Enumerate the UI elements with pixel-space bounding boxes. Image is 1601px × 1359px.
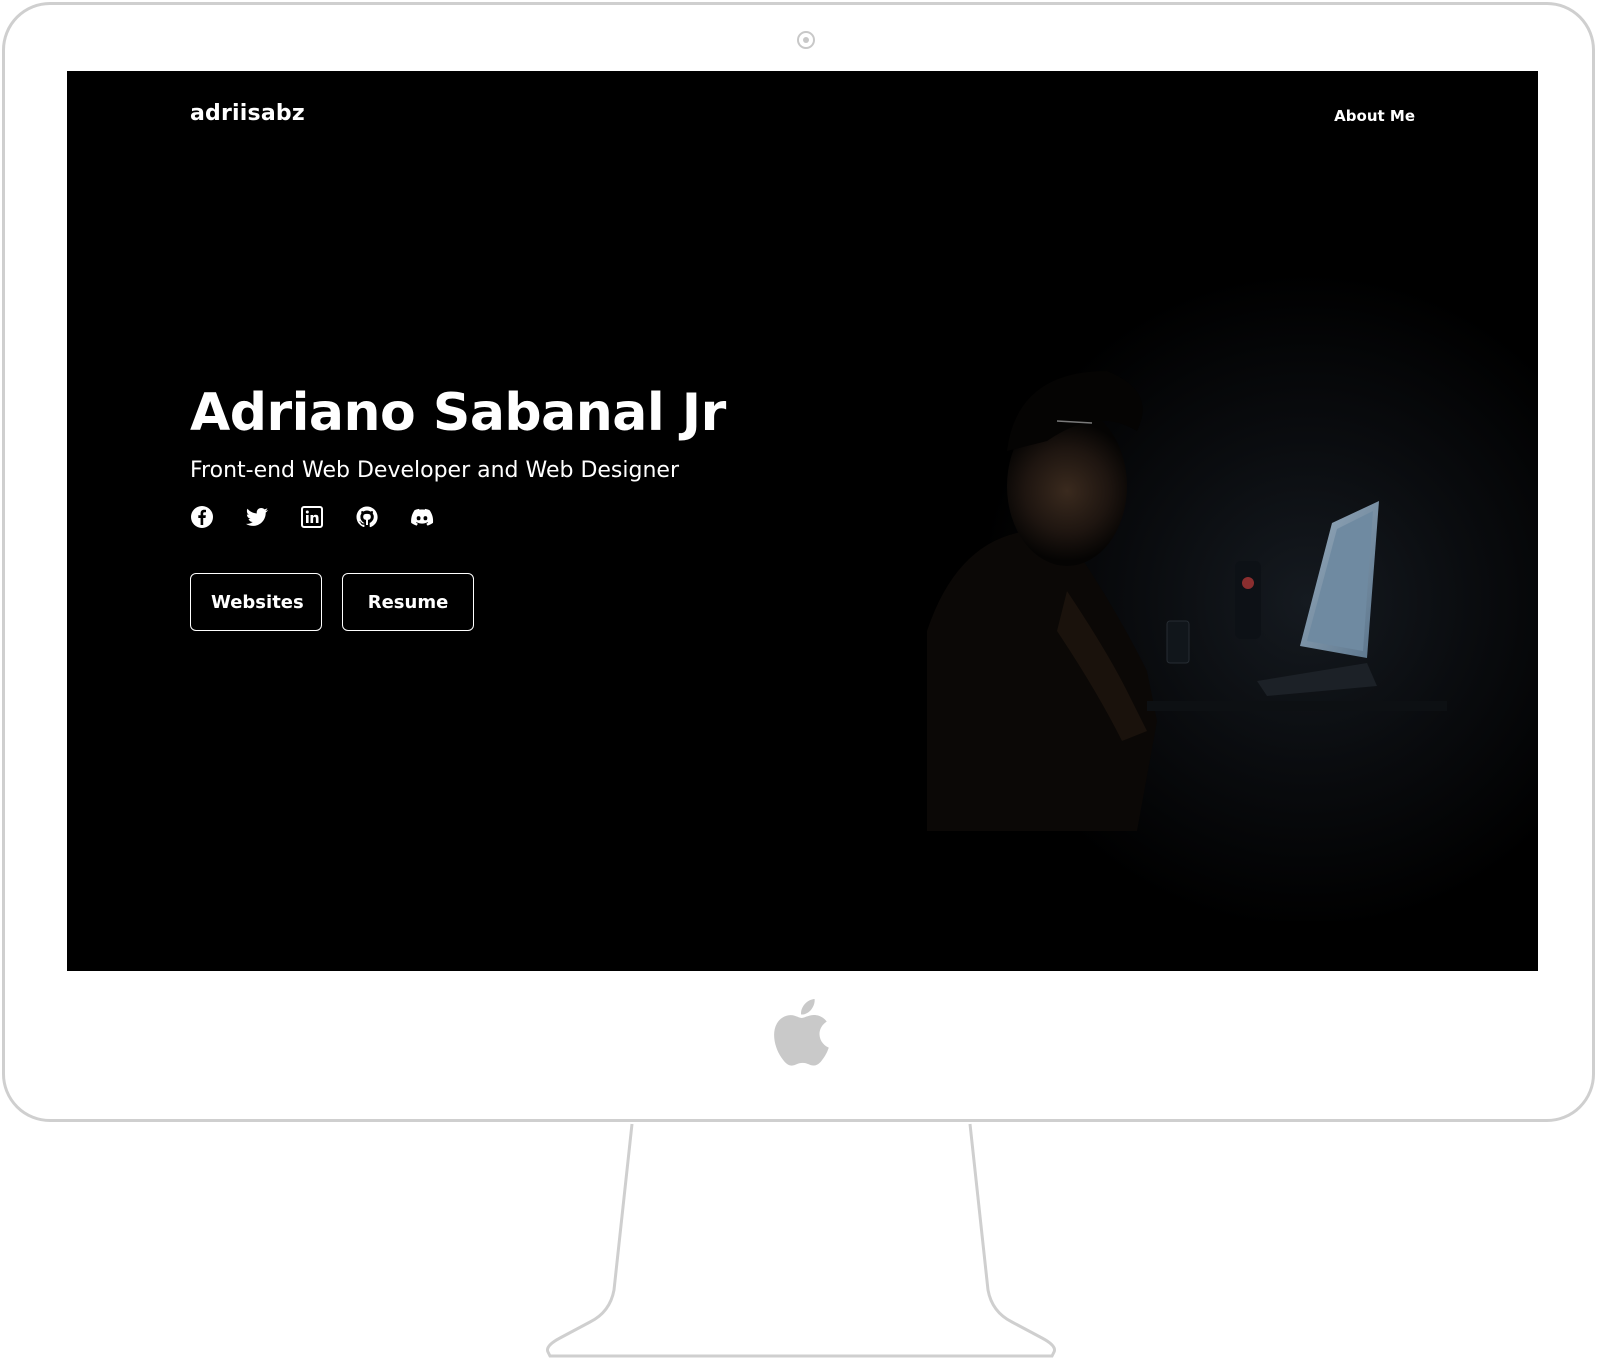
hero-subtitle: Front-end Web Developer and Web Designer <box>190 458 679 483</box>
brand-logo[interactable]: adriisabz <box>190 101 305 126</box>
apple-logo-icon <box>774 999 829 1066</box>
resume-button[interactable]: Resume <box>342 573 474 631</box>
nav-about-me-link[interactable]: About Me <box>1334 107 1415 125</box>
websites-button[interactable]: Websites <box>190 573 322 631</box>
imac-mockup: adriisabz About Me Adriano Sabanal Jr Fr… <box>0 0 1601 1359</box>
twitter-icon[interactable] <box>245 505 269 529</box>
hero-buttons: Websites Resume <box>190 573 910 631</box>
github-icon[interactable] <box>355 505 379 529</box>
social-links <box>190 505 910 529</box>
hero-title: Adriano Sabanal Jr <box>190 383 726 443</box>
hero-section: Adriano Sabanal Jr Front-end Web Develop… <box>190 381 910 631</box>
facebook-icon[interactable] <box>190 505 214 529</box>
camera-icon <box>797 31 815 49</box>
website-screen: adriisabz About Me Adriano Sabanal Jr Fr… <box>67 71 1538 971</box>
discord-icon[interactable] <box>410 505 434 529</box>
linkedin-icon[interactable] <box>300 505 324 529</box>
